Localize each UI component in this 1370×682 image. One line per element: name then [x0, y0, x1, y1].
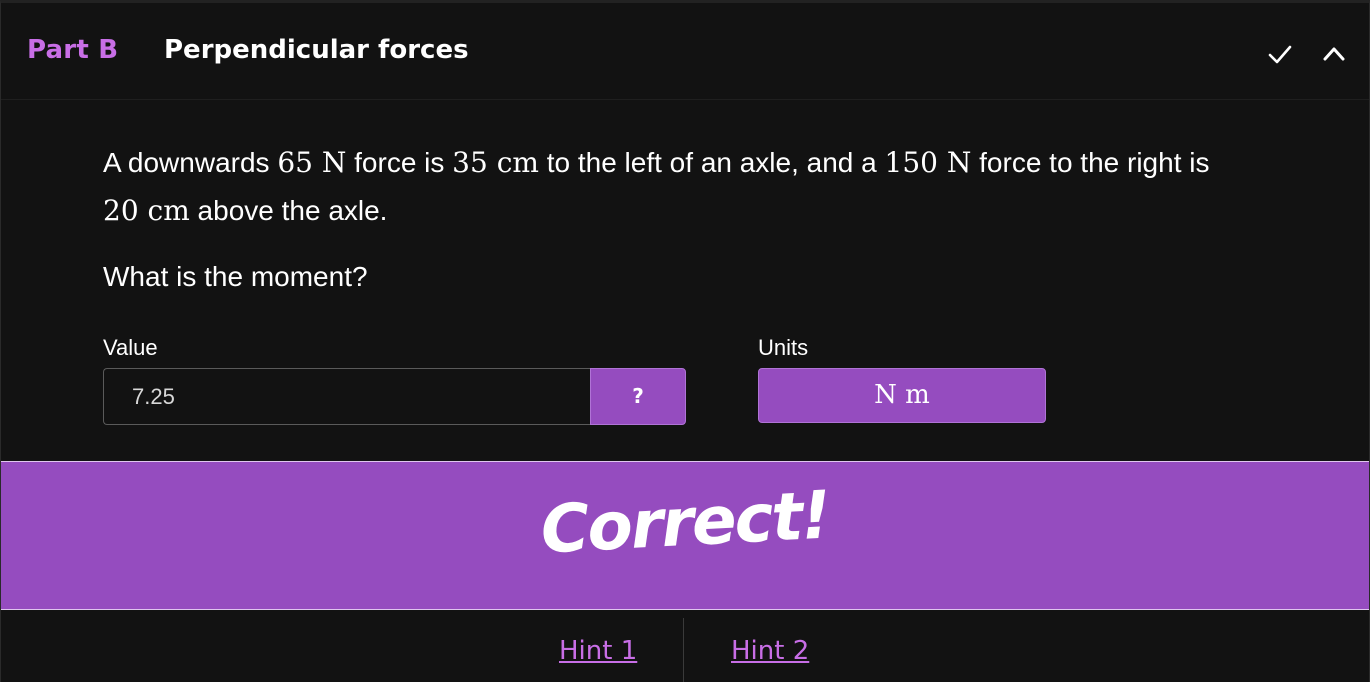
units-dropdown[interactable]: N m: [758, 368, 1046, 423]
value-input[interactable]: [103, 368, 591, 425]
math-distance-2: 20 cm: [103, 194, 190, 227]
hint-divider: [683, 618, 684, 682]
part-label: Part B: [27, 35, 119, 65]
help-button[interactable]: ?: [590, 368, 686, 425]
chevron-up-icon[interactable]: [1321, 41, 1347, 67]
hint-2-link[interactable]: Hint 2: [731, 636, 809, 666]
math-force-1: 65 N: [277, 146, 347, 179]
hints-bar: Hint 1 Hint 2: [1, 610, 1369, 682]
question-text-segment: force to the right is: [971, 147, 1210, 178]
part-header[interactable]: Part B Perpendicular forces: [1, 3, 1369, 100]
hint-1-link[interactable]: Hint 1: [559, 636, 637, 666]
question-text: A downwards 65 N force is 35 cm to the l…: [103, 139, 1283, 235]
math-distance-1: 35 cm: [452, 146, 539, 179]
correct-banner: Correct!: [1, 461, 1369, 610]
question-text-segment: to the left of an axle, and a: [538, 147, 885, 178]
question-text-segment: above the axle.: [189, 195, 388, 226]
check-icon: [1268, 45, 1292, 64]
question-prompt: What is the moment?: [103, 261, 368, 292]
question-part-panel: Part B Perpendicular forces A downwards …: [0, 0, 1370, 682]
correct-message: Correct!: [538, 476, 832, 569]
units-label: Units: [758, 335, 809, 360]
question-text-segment: force is: [346, 147, 453, 178]
question-text-segment: A downwards: [103, 147, 278, 178]
value-label: Value: [103, 335, 158, 360]
math-force-2: 150 N: [884, 146, 972, 179]
part-title: Perpendicular forces: [164, 35, 469, 65]
